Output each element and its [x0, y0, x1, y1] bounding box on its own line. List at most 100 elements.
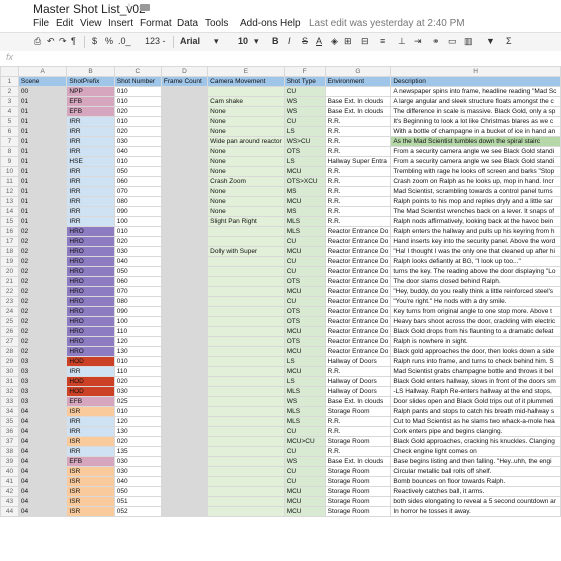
cell-frame-count[interactable] — [160, 286, 209, 297]
cell-shot-prefix[interactable]: IRR — [66, 416, 115, 427]
cell-description[interactable]: "You're right." He nods with a dry smile… — [390, 296, 561, 307]
cell-camera-movement[interactable] — [207, 416, 285, 427]
cell-frame-count[interactable] — [160, 236, 209, 247]
cell-shot-number[interactable]: 090 — [113, 306, 162, 317]
cell-camera-movement[interactable]: None — [207, 196, 285, 207]
cell-description[interactable]: Mad Scientist, scrambling towards a cont… — [390, 186, 561, 197]
fill-color-icon[interactable]: ◈ — [331, 36, 338, 47]
bold-button[interactable]: B — [272, 36, 279, 46]
cell-shot-prefix[interactable]: IRR — [66, 186, 115, 197]
cell-description[interactable]: Mad Scientist grabs champagne bottle and… — [390, 366, 561, 377]
cell-description[interactable]: The Mad Scientist wrenches back on a lev… — [390, 206, 561, 217]
cell-shot-number[interactable]: 050 — [113, 266, 162, 277]
cell-description[interactable]: In horror he tosses it away. — [390, 506, 561, 517]
cell-description[interactable]: Hand inserts key into the security panel… — [390, 236, 561, 247]
cell-frame-count[interactable] — [160, 326, 209, 337]
cell-description[interactable]: Cork enters pipe and begins clanging. — [390, 426, 561, 437]
valign-icon[interactable]: ⊥ — [398, 36, 406, 47]
cell-shot-prefix[interactable]: HRO — [66, 296, 115, 307]
menu-edit[interactable]: Edit — [56, 18, 73, 29]
cell-description[interactable]: Ralph runs into frame, and turns to chec… — [390, 356, 561, 367]
redo-icon[interactable]: ↷ — [59, 36, 67, 47]
cell-scene[interactable]: 01 — [17, 126, 68, 137]
cell-shot-type[interactable]: CU — [283, 86, 326, 97]
cell-environment[interactable]: Storage Room — [324, 506, 392, 517]
cell-frame-count[interactable] — [160, 426, 209, 437]
row-number[interactable]: 37 — [0, 436, 19, 447]
cell-frame-count[interactable] — [160, 446, 209, 457]
cell-shot-number[interactable]: 030 — [113, 246, 162, 257]
cell-shot-number[interactable]: 130 — [113, 426, 162, 437]
cell-camera-movement[interactable] — [207, 346, 285, 357]
cell-environment[interactable]: Storage Room — [324, 436, 392, 447]
cell-frame-count[interactable] — [160, 216, 209, 227]
cell-shot-type[interactable]: CU — [283, 426, 326, 437]
cell-shot-number[interactable]: 100 — [113, 216, 162, 227]
cell-shot-prefix[interactable]: HRO — [66, 316, 115, 327]
row-number[interactable]: 31 — [0, 376, 19, 387]
cell-camera-movement[interactable]: None — [207, 206, 285, 217]
cell-environment[interactable]: Base Ext. In clouds — [324, 106, 392, 117]
row-number[interactable]: 16 — [0, 226, 19, 237]
cell-shot-type[interactable]: OTS>XCU — [283, 176, 326, 187]
column-header-a[interactable]: A — [17, 66, 68, 77]
cell-shot-type[interactable]: OTS — [283, 276, 326, 287]
cell-frame-count[interactable] — [160, 506, 209, 517]
cell-frame-count[interactable] — [160, 416, 209, 427]
cell-camera-movement[interactable] — [207, 486, 285, 497]
folder-icon[interactable] — [140, 4, 150, 11]
cell-shot-prefix[interactable]: IRR — [66, 116, 115, 127]
cell-scene[interactable]: 01 — [17, 206, 68, 217]
cell-shot-type[interactable]: LS — [283, 356, 326, 367]
cell-description[interactable]: "Ha! I thought I was the only one that c… — [390, 246, 561, 257]
link-icon[interactable]: ⚭ — [432, 36, 440, 47]
cell-description[interactable]: As the Mad Scientist tumbles down the sp… — [390, 136, 561, 147]
cell-shot-number[interactable]: 090 — [113, 206, 162, 217]
row-number[interactable]: 41 — [0, 476, 19, 487]
cell-frame-count[interactable] — [160, 266, 209, 277]
cell-shot-number[interactable]: 120 — [113, 336, 162, 347]
cell-environment[interactable]: Reactor Entrance Do — [324, 276, 392, 287]
cell-shot-number[interactable]: 110 — [113, 326, 162, 337]
menu-insert[interactable]: Insert — [108, 18, 133, 29]
cell-shot-number[interactable]: 135 — [113, 446, 162, 457]
header-cell[interactable]: Shot Number — [113, 76, 162, 87]
cell-shot-number[interactable]: 110 — [113, 366, 162, 377]
menu-tools[interactable]: Tools — [205, 18, 228, 29]
cell-description[interactable]: "Hey, buddy, do you really think a littl… — [390, 286, 561, 297]
cell-shot-prefix[interactable]: IRR — [66, 136, 115, 147]
row-number[interactable]: 33 — [0, 396, 19, 407]
cell-environment[interactable]: Reactor Entrance Do — [324, 256, 392, 267]
cell-shot-type[interactable]: WS>CU — [283, 136, 326, 147]
cell-shot-prefix[interactable]: IRR — [66, 206, 115, 217]
row-number[interactable]: 5 — [0, 116, 19, 127]
cell-scene[interactable]: 01 — [17, 156, 68, 167]
cell-shot-prefix[interactable]: NPP — [66, 86, 115, 97]
cell-camera-movement[interactable] — [207, 276, 285, 287]
menu-data[interactable]: Data — [177, 18, 198, 29]
cell-camera-movement[interactable] — [207, 386, 285, 397]
cell-scene[interactable]: 01 — [17, 196, 68, 207]
row-number[interactable]: 19 — [0, 256, 19, 267]
cell-shot-prefix[interactable]: ISR — [66, 436, 115, 447]
cell-shot-prefix[interactable]: HRO — [66, 306, 115, 317]
cell-environment[interactable] — [324, 86, 392, 97]
star-icon[interactable]: ☆ — [124, 1, 134, 14]
header-cell[interactable]: Description — [390, 76, 561, 87]
cell-shot-type[interactable]: CU — [283, 446, 326, 457]
cell-environment[interactable]: Reactor Entrance Do — [324, 246, 392, 257]
cell-shot-prefix[interactable]: EFB — [66, 456, 115, 467]
cell-shot-number[interactable]: 025 — [113, 396, 162, 407]
cell-shot-number[interactable]: 100 — [113, 316, 162, 327]
cell-description[interactable]: Reactively catches ball, it arms. — [390, 486, 561, 497]
row-number[interactable]: 17 — [0, 236, 19, 247]
cell-shot-number[interactable]: 020 — [113, 376, 162, 387]
cell-shot-prefix[interactable]: HOD — [66, 376, 115, 387]
cell-frame-count[interactable] — [160, 176, 209, 187]
cell-description[interactable]: Crash zoom on Ralph as he looks up, mop … — [390, 176, 561, 187]
row-number[interactable]: 8 — [0, 146, 19, 157]
cell-environment[interactable]: Reactor Entrance Do — [324, 296, 392, 307]
cell-shot-prefix[interactable]: HRO — [66, 266, 115, 277]
cell-scene[interactable]: 02 — [17, 326, 68, 337]
cell-shot-prefix[interactable]: IRR — [66, 366, 115, 377]
